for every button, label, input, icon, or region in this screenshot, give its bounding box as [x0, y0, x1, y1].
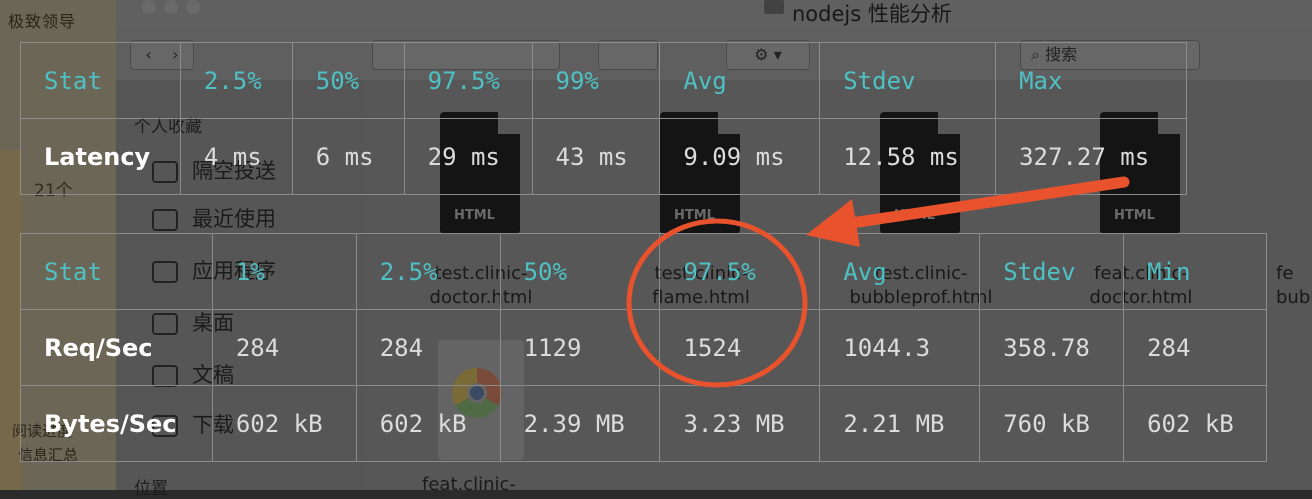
table-cell: 1044.3 — [819, 309, 981, 386]
clock-icon — [152, 209, 178, 231]
file-badge: HTML — [894, 208, 935, 223]
table-cell: 284 — [1123, 309, 1267, 386]
table-cell: 327.27 ms — [995, 118, 1187, 195]
zoom-window-button[interactable] — [186, 0, 200, 14]
column-header: 1% — [211, 233, 357, 310]
column-header: 97.5% — [403, 42, 533, 119]
table-cell: 284 — [355, 309, 501, 386]
table-cell: 2.39 MB — [499, 385, 661, 462]
table-cell: 284 — [211, 309, 357, 386]
table-cell: 1524 — [659, 309, 821, 386]
table-header-row: Stat 1% 2.5% 50% 97.5% Avg Stdev Min — [20, 233, 1267, 310]
file-badge: HTML — [1114, 208, 1155, 223]
row-label: Latency — [20, 118, 181, 195]
column-header: 2.5% — [179, 42, 293, 119]
column-header: Avg — [819, 233, 981, 310]
table-cell: 29 ms — [403, 118, 533, 195]
sidebar-item-recents[interactable]: 最近使用 — [152, 204, 276, 234]
column-header: Avg — [659, 42, 821, 119]
column-header: 50% — [291, 42, 405, 119]
table-cell: 1129 — [499, 309, 661, 386]
table-cell: 4 ms — [179, 118, 293, 195]
table-cell: 6 ms — [291, 118, 405, 195]
column-header: Stdev — [819, 42, 997, 119]
table-cell: 3.23 MB — [659, 385, 821, 462]
column-header: 99% — [531, 42, 661, 119]
table-row: Bytes/Sec 602 kB 602 kB 2.39 MB 3.23 MB … — [20, 385, 1267, 462]
column-header: Max — [995, 42, 1187, 119]
folder-icon — [764, 0, 784, 14]
finder-titlebar — [116, 0, 1312, 30]
row-label: Bytes/Sec — [20, 385, 213, 462]
column-header: Min — [1123, 233, 1267, 310]
window-title: nodejs 性能分析 — [792, 2, 952, 26]
column-header: Stat — [20, 233, 213, 310]
sidebar-item-label: 最近使用 — [192, 207, 276, 231]
column-header: 50% — [499, 233, 661, 310]
table-cell: 602 kB — [1123, 385, 1267, 462]
column-header: Stat — [20, 42, 181, 119]
table-cell: 12.58 ms — [819, 118, 997, 195]
minimize-window-button[interactable] — [164, 0, 178, 14]
table-row: Latency 4 ms 6 ms 29 ms 43 ms 9.09 ms 12… — [20, 118, 1187, 195]
column-header: Stdev — [979, 233, 1125, 310]
table-cell: 43 ms — [531, 118, 661, 195]
table-cell: 602 kB — [211, 385, 357, 462]
close-window-button[interactable] — [142, 0, 156, 14]
table-cell: 602 kB — [355, 385, 501, 462]
sidebar-locations-header: 位置 — [134, 479, 168, 499]
table-cell: 760 kB — [979, 385, 1125, 462]
throughput-table: Stat 1% 2.5% 50% 97.5% Avg Stdev Min Req… — [20, 233, 1267, 462]
desktop-label: 极致领导 — [8, 12, 77, 31]
table-row: Req/Sec 284 284 1129 1524 1044.3 358.78 … — [20, 309, 1267, 386]
latency-table: Stat 2.5% 50% 97.5% 99% Avg Stdev Max La… — [20, 42, 1187, 195]
table-cell: 358.78 — [979, 309, 1125, 386]
file-badge: HTML — [674, 208, 715, 223]
table-cell: 9.09 ms — [659, 118, 821, 195]
table-cell: 2.21 MB — [819, 385, 981, 462]
file-name[interactable]: feat.clinic- — [422, 474, 516, 495]
column-header: 97.5% — [659, 233, 821, 310]
file-name[interactable]: febubble — [1276, 262, 1312, 310]
file-badge: HTML — [454, 208, 495, 223]
column-header: 2.5% — [355, 233, 501, 310]
table-header-row: Stat 2.5% 50% 97.5% 99% Avg Stdev Max — [20, 42, 1187, 119]
row-label: Req/Sec — [20, 309, 213, 386]
